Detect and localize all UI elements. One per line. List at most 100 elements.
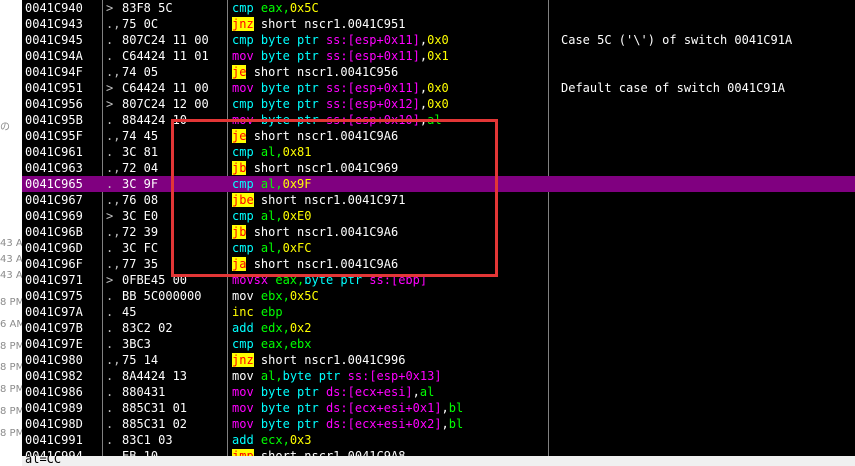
disasm-row[interactable]: 0041C94F., 74 05 je short nscr1.0041C956 — [22, 64, 855, 80]
strip-fragment: 8 PM — [0, 384, 23, 395]
instruction-operand: bl — [448, 417, 464, 431]
row-instruction: cmp al,0x9F — [232, 176, 312, 192]
info-text: al=CC — [25, 456, 62, 466]
instruction-operand: ss:[ebp] — [369, 273, 428, 287]
disasm-row[interactable]: 0041C956 >807C24 12 00 cmp byte ptr ss:[es… — [22, 96, 855, 112]
instruction-mnemonic: cmp — [232, 145, 254, 159]
row-instruction: jnz short nscr1.0041C996 — [232, 352, 405, 368]
instruction-operand: short nscr1.0041C956 — [253, 65, 399, 79]
instruction-operand: byte ptr — [260, 33, 326, 47]
instruction-operand: ss:[esp+0x12] — [325, 97, 420, 111]
disasm-row[interactable]: 0041C994. EB 10 jmp short nscr1.0041C9A8 — [22, 448, 855, 456]
disasm-row[interactable]: 0041C940 >83F8 5C cmp eax,0x5C — [22, 0, 855, 16]
disasm-row[interactable]: 0041C980., 75 14 jnz short nscr1.0041C996 — [22, 352, 855, 368]
row-address: 0041C991 — [25, 433, 83, 447]
row-jump-marker: ., — [106, 193, 121, 207]
disasm-row[interactable]: 0041C982. 8A4424 13 mov al,byte ptr ss:[es… — [22, 368, 855, 384]
row-hex-bytes: 76 08 — [122, 193, 159, 207]
disasm-row[interactable]: 0041C98D. 885C31 02 mov byte ptr ds:[ecx+e… — [22, 416, 855, 432]
row-jump-marker: ., — [106, 161, 121, 175]
instruction-operand: eax, — [260, 1, 290, 15]
instruction-operand: short nscr1.0041C9A6 — [253, 129, 399, 143]
instruction-operand: 0x0 — [427, 81, 449, 95]
instruction-mnemonic: cmp — [232, 33, 254, 47]
row-jump-marker: > — [106, 273, 114, 287]
disasm-row[interactable]: 0041C94A. C64424 11 01 mov byte ptr ss:[es… — [22, 48, 855, 64]
disasm-row[interactable]: 0041C96D. 3C FC cmp al,0xFC — [22, 240, 855, 256]
instruction-operand: ss:[esp+0x10] — [325, 113, 420, 127]
row-instruction: mov byte ptr ss:[esp+0x11],0x1 — [232, 48, 449, 64]
row-address: 0041C97E — [25, 337, 83, 351]
disasm-row[interactable]: 0041C989. 885C31 01 mov byte ptr ds:[ecx+e… — [22, 400, 855, 416]
instruction-operand: byte ptr — [260, 113, 326, 127]
instruction-operand: 0x0 — [427, 97, 449, 111]
disassembly-pane[interactable]: 0041C940 >83F8 5C cmp eax,0x5C 0041C943., 75… — [22, 0, 855, 456]
row-address: 0041C940 — [25, 1, 83, 15]
disasm-row[interactable]: 0041C991. 83C1 03 add ecx,0x3 — [22, 432, 855, 448]
row-address: 0041C96D — [25, 241, 83, 255]
disasm-row[interactable]: 0041C97A. 45 inc ebp — [22, 304, 855, 320]
instruction-operand: edx, — [260, 321, 290, 335]
row-instruction: je short nscr1.0041C9A6 — [232, 128, 398, 144]
row-instruction: jbe short nscr1.0041C971 — [232, 192, 405, 208]
disasm-row[interactable]: 0041C951 > C64424 11 00 mov byte ptr ss:[es… — [22, 80, 855, 96]
strip-fragment: 6 AM — [0, 319, 23, 330]
disasm-row[interactable]: 0041C945. 807C24 11 00 cmp byte ptr ss:[es… — [22, 32, 855, 48]
instruction-operand: 0x81 — [282, 145, 312, 159]
row-hex-bytes: BB 5C000000 — [122, 289, 202, 303]
row-hex-bytes: 3C FC — [122, 241, 159, 255]
row-instruction: mov byte ptr ds:[ecx+esi],al — [232, 384, 434, 400]
disasm-row[interactable]: 0041C96F., 77 35 ja short nscr1.0041C9A6 — [22, 256, 855, 272]
disasm-row[interactable]: 0041C969 >3C E0 cmp al,0xE0 — [22, 208, 855, 224]
instruction-operand: al, — [260, 369, 283, 383]
row-address: 0041C989 — [25, 401, 83, 415]
row-comment: Default case of switch 0041C91A — [561, 81, 785, 95]
row-address: 0041C98D — [25, 417, 83, 431]
row-instruction: jb short nscr1.0041C969 — [232, 160, 398, 176]
row-jump-marker: . — [106, 305, 114, 319]
row-jump-marker: . — [106, 337, 114, 351]
instruction-operand: 0x5C — [289, 289, 319, 303]
row-address: 0041C943 — [25, 17, 83, 31]
instruction-mnemonic: cmp — [232, 97, 254, 111]
instruction-operand: , — [412, 385, 420, 399]
disasm-row[interactable]: 0041C986. 880431 mov byte ptr ds:[ecx+esi]… — [22, 384, 855, 400]
strip-fragment: 43 A — [0, 270, 23, 281]
instruction-operand: 0x0 — [427, 33, 449, 47]
instruction-operand: 0x3 — [289, 433, 312, 447]
row-address: 0041C96F — [25, 257, 83, 271]
row-instruction: cmp eax,ebx — [232, 336, 312, 352]
disasm-row[interactable]: 0041C95B. 884424 10 mov byte ptr ss:[esp+0… — [22, 112, 855, 128]
row-jump-marker: . — [106, 433, 114, 447]
disasm-row[interactable]: 0041C943., 75 0C jnz short nscr1.0041C951 — [22, 16, 855, 32]
disasm-row[interactable]: 0041C967., 76 08 jbe short nscr1.0041C971 — [22, 192, 855, 208]
row-jump-marker: . — [106, 33, 114, 47]
instruction-operand: ss:[esp+0x11] — [325, 49, 420, 63]
disasm-row[interactable]: 0041C965. 3C 9F cmp al,0x9F — [22, 176, 855, 192]
disasm-row[interactable]: 0041C97B. 83C2 02 add edx,0x2 — [22, 320, 855, 336]
disasm-row[interactable]: 0041C963., 72 04 jb short nscr1.0041C969 — [22, 160, 855, 176]
row-instruction: jnz short nscr1.0041C951 — [232, 16, 405, 32]
disasm-row[interactable]: 0041C95F., 74 45 je short nscr1.0041C9A6 — [22, 128, 855, 144]
instruction-operand: ebx, — [260, 289, 290, 303]
instruction-mnemonic: mov — [232, 289, 254, 303]
instruction-mnemonic: je — [232, 65, 247, 79]
row-address: 0041C965 — [25, 177, 83, 191]
disasm-row[interactable]: 0041C97E. 3BC3 cmp eax,ebx — [22, 336, 855, 352]
row-hex-bytes: 885C31 02 — [122, 417, 188, 431]
row-address: 0041C95B — [25, 113, 83, 127]
instruction-mnemonic: ja — [232, 257, 247, 271]
row-instruction: mov al,byte ptr ss:[esp+0x13] — [232, 368, 442, 384]
instruction-operand: ds:[ecx+esi+0x2] — [325, 417, 442, 431]
row-address: 0041C95F — [25, 129, 83, 143]
row-instruction: mov ebx,0x5C — [232, 288, 319, 304]
disasm-row[interactable]: 0041C971 >0FBE45 00 movsx eax,byte ptr ss:… — [22, 272, 855, 288]
disasm-row[interactable]: 0041C96B., 72 39 jb short nscr1.0041C9A6 — [22, 224, 855, 240]
strip-fragment: 8 PM — [0, 428, 23, 439]
instruction-operand: short nscr1.0041C971 — [260, 193, 406, 207]
background-window-strip: の 43 A 43 A 43 A 8 PM 6 AM 8 PM 8 PM 8 PM 8 PM 8 P… — [0, 0, 23, 466]
disasm-row[interactable]: 0041C975. BB 5C000000 mov ebx,0x5C — [22, 288, 855, 304]
strip-fragment: 8 PM — [0, 406, 23, 417]
disasm-row[interactable]: 0041C961. 3C 81 cmp al,0x81 — [22, 144, 855, 160]
instruction-operand: byte ptr — [260, 81, 326, 95]
